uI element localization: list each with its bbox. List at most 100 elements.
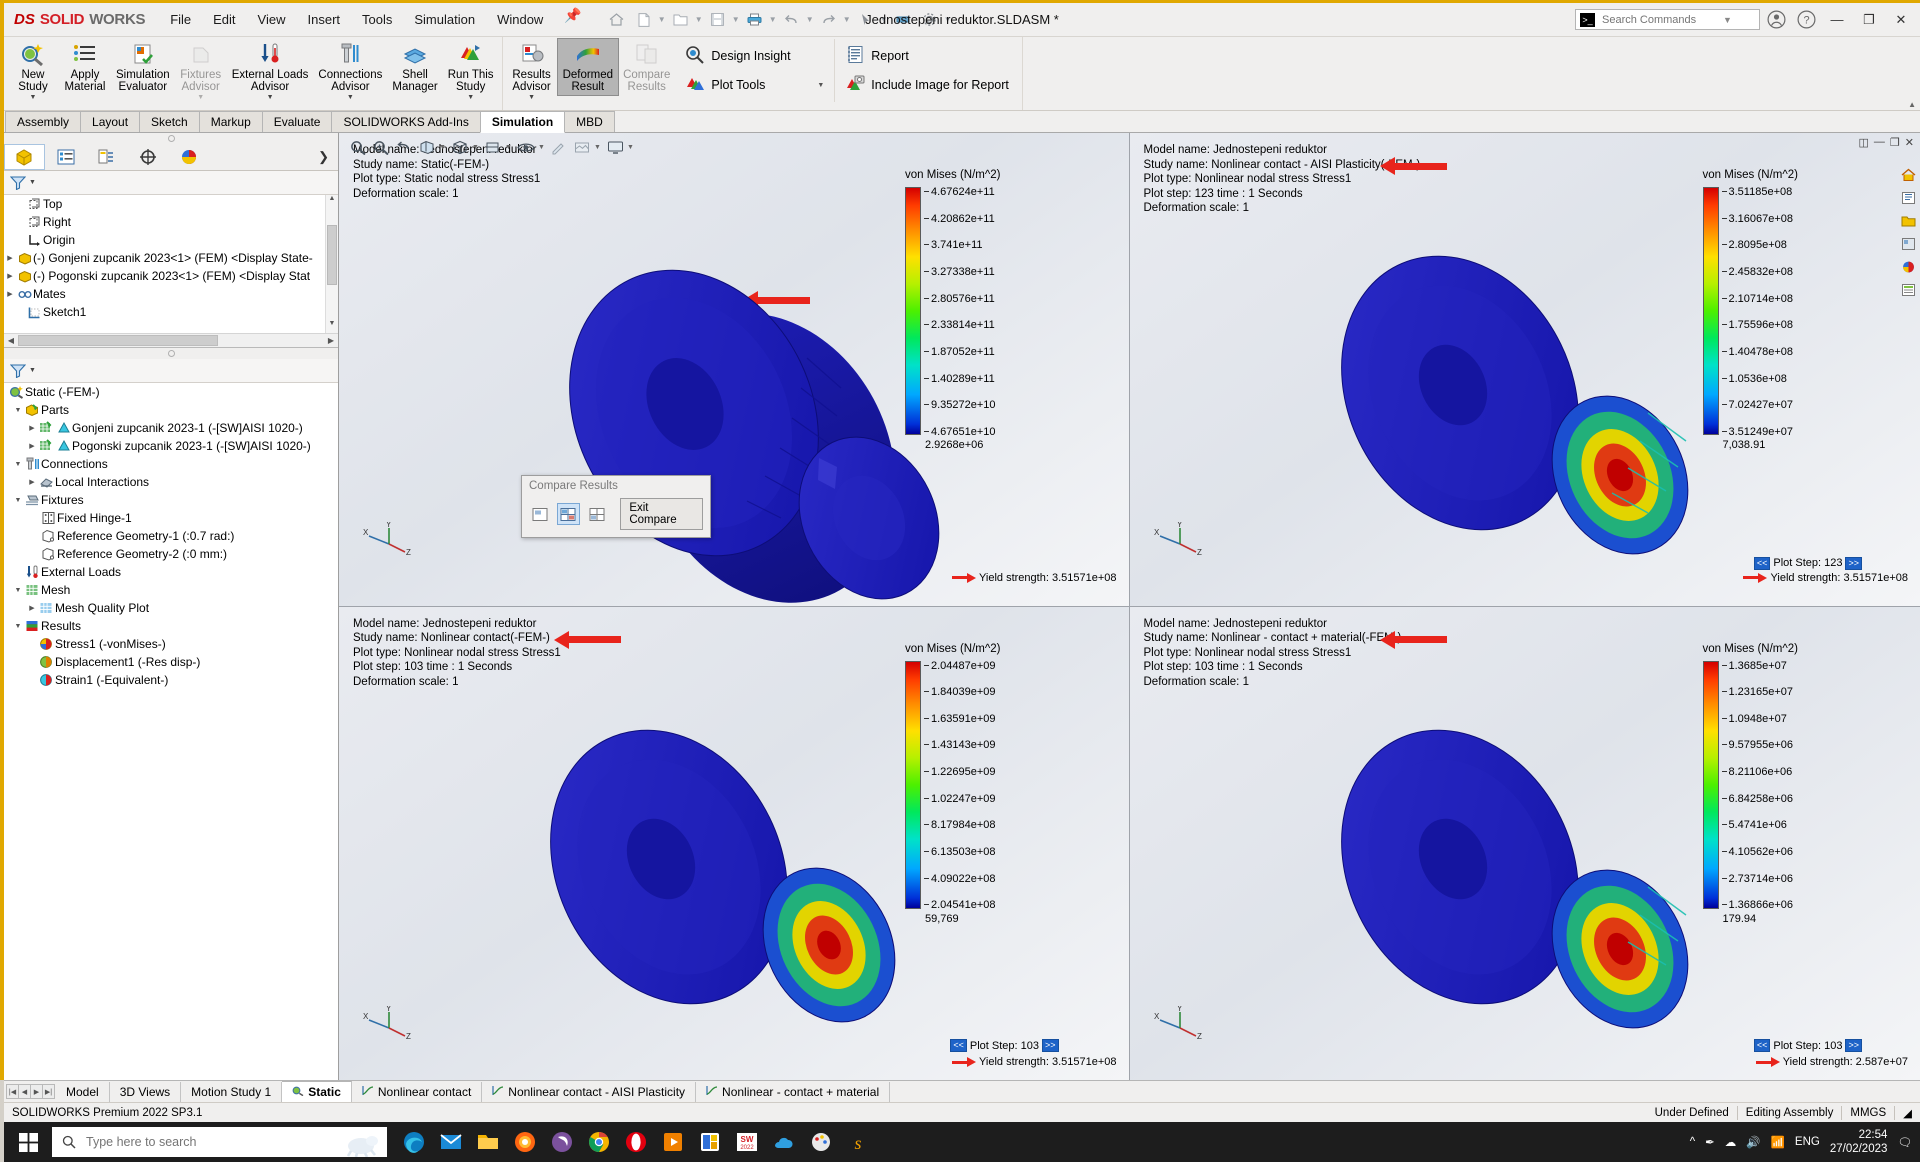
include-image-row[interactable]: Include Image for Report [841, 72, 1013, 98]
tree-item-top[interactable]: Top [4, 195, 338, 213]
zoom-to-fit-icon[interactable] [347, 136, 369, 158]
study-tree-filter-bar[interactable]: ▼ [4, 359, 338, 383]
media-player-icon[interactable] [656, 1124, 690, 1160]
scroll-thumb[interactable] [327, 225, 337, 285]
plot-step-prev-button[interactable]: << [950, 1039, 967, 1052]
tree-item-reference-geometry-2[interactable]: Reference Geometry-2 (:0 mm:) [4, 545, 338, 563]
appearances-task-icon[interactable] [1898, 257, 1918, 277]
search-dropdown-caret[interactable]: ▼ [1723, 15, 1732, 25]
doc-tab-nonlinear-contact-aisi-plasticity[interactable]: Nonlinear contact - AISI Plasticity [482, 1082, 696, 1102]
doc-tab-nonlinear-contact[interactable]: Nonlinear contact [352, 1082, 482, 1102]
tree-item-pogonski-mesh-part[interactable]: ▶ Pogonski zupcanik 2023-1 (-[SW]AISI 10… [4, 437, 338, 455]
new-study-dropdown-caret[interactable]: ▼ [30, 94, 37, 101]
menu-insert[interactable]: Insert [297, 7, 352, 32]
minimize-button[interactable]: — [1822, 7, 1852, 33]
shell-manager-button[interactable]: Shell Manager [387, 39, 442, 95]
language-indicator[interactable]: ENG [1795, 1136, 1820, 1148]
menu-file[interactable]: File [159, 7, 202, 32]
collapse-arrow-icon[interactable]: ▼ [12, 407, 24, 414]
previous-view-icon[interactable] [393, 136, 415, 158]
tab-evaluate[interactable]: Evaluate [262, 111, 333, 132]
pin-icon[interactable]: 📌 [564, 7, 581, 32]
new-dropdown-caret[interactable]: ▼ [658, 15, 667, 24]
gear-icon[interactable] [917, 8, 943, 32]
run-this-study-dropdown-caret[interactable]: ▼ [467, 94, 474, 101]
view-settings-caret[interactable]: ▼ [627, 144, 636, 151]
help-icon[interactable]: ? [1792, 8, 1820, 32]
results-advisor-dropdown-caret[interactable]: ▼ [528, 94, 535, 101]
restore-button[interactable]: ❐ [1854, 7, 1884, 33]
close-viewport-icon[interactable]: ✕ [1905, 136, 1914, 149]
doc-tab-motion-study-1[interactable]: Motion Study 1 [181, 1082, 282, 1102]
tab-markup[interactable]: Markup [199, 111, 263, 132]
custom-properties-icon[interactable] [1898, 280, 1918, 300]
select-dropdown-caret[interactable]: ▼ [880, 15, 889, 24]
select-icon[interactable] [853, 8, 879, 32]
feature-tree-filter-bar[interactable]: ▼ [4, 171, 338, 195]
viewport-4-plot-step-nav[interactable]: << Plot Step: 103 >> [1754, 1039, 1862, 1052]
onedrive-tray-icon[interactable]: ☁ [1725, 1135, 1737, 1149]
paint-icon[interactable] [804, 1124, 838, 1160]
redo-icon[interactable] [816, 8, 842, 32]
display-style-icon[interactable] [482, 136, 504, 158]
collapse-arrow-icon[interactable]: ▼ [12, 497, 24, 504]
feature-tree-list[interactable]: Top Right Origin ▶ (-) Gonjeni zupcanik … [4, 195, 338, 333]
compare-single-view-button[interactable] [529, 503, 551, 525]
deformed-result-button[interactable]: Deformed Result [558, 39, 619, 95]
viber-icon[interactable] [545, 1124, 579, 1160]
hide-show-items-icon[interactable] [515, 136, 537, 158]
feature-tree-vertical-scrollbar[interactable]: ▲ ▼ [325, 195, 338, 333]
tree-item-stress1[interactable]: Stress1 (-vonMises-) [4, 635, 338, 653]
collapse-arrow-icon[interactable]: ▼ [12, 623, 24, 630]
tree-item-local-interactions[interactable]: ▶ Local Interactions [4, 473, 338, 491]
plot-step-next-button[interactable]: >> [1845, 557, 1862, 570]
tree-item-sketch1[interactable]: Sketch1 [4, 303, 338, 321]
ribbon-collapse-caret[interactable]: ▲ [1908, 100, 1916, 109]
tree-item-right[interactable]: Right [4, 213, 338, 231]
scroll-thumb[interactable] [18, 335, 218, 346]
view-settings-icon[interactable] [604, 136, 626, 158]
menu-simulation[interactable]: Simulation [403, 7, 486, 32]
tree-item-strain1[interactable]: Strain1 (-Equivalent-) [4, 671, 338, 689]
connections-advisor-dropdown-caret[interactable]: ▼ [347, 94, 354, 101]
design-insight-row[interactable]: Design Insight [681, 43, 828, 69]
feature-tree-horizontal-scrollbar[interactable]: ◀ ▶ [4, 333, 338, 347]
expand-arrow-icon[interactable]: ▶ [4, 254, 16, 262]
solidworks-2022-icon[interactable]: SW2022 [730, 1124, 764, 1160]
filter-dropdown-caret[interactable]: ▼ [29, 179, 36, 186]
tab-layout[interactable]: Layout [80, 111, 140, 132]
notifications-icon[interactable]: 🗨 [1897, 1135, 1912, 1149]
tab-sketch[interactable]: Sketch [139, 111, 200, 132]
plot-step-next-button[interactable]: >> [1845, 1039, 1862, 1052]
tree-item-displacement1[interactable]: Displacement1 (-Res disp-) [4, 653, 338, 671]
tree-item-pogonski-part[interactable]: ▶ (-) Pogonski zupcanik 2023<1> (FEM) <D… [4, 267, 338, 285]
doc-tab-model[interactable]: Model [56, 1082, 110, 1102]
taskbar-search-input[interactable] [84, 1134, 274, 1150]
viewport-3-plot-step-nav[interactable]: << Plot Step: 103 >> [950, 1039, 1058, 1052]
edge-icon[interactable] [397, 1124, 431, 1160]
tree-item-results[interactable]: ▼ Results [4, 617, 338, 635]
view-orientation-caret[interactable]: ▼ [472, 144, 481, 151]
restore-viewport-icon[interactable]: ❐ [1890, 136, 1900, 149]
home-icon[interactable] [604, 8, 630, 32]
plot-step-next-button[interactable]: >> [1042, 1039, 1059, 1052]
plot-tools-row[interactable]: Plot Tools ▼ [681, 72, 828, 98]
viewport-nonlinear-aisi-plasticity[interactable]: Model name: Jednostepeni reduktor Study … [1130, 133, 1920, 607]
collapse-arrow-icon[interactable]: ▼ [12, 461, 24, 468]
taskbar-search-box[interactable] [52, 1127, 387, 1157]
plot-step-prev-button[interactable]: << [1754, 1039, 1771, 1052]
tree-item-gonjeni-mesh-part[interactable]: ▶ Gonjeni zupcanik 2023-1 (-[SW]AISI 102… [4, 419, 338, 437]
tree-item-gonjeni-part[interactable]: ▶ (-) Gonjeni zupcanik 2023<1> (FEM) <Di… [4, 249, 338, 267]
minimize-viewport-icon[interactable]: — [1874, 136, 1885, 149]
display-style-caret[interactable]: ▼ [505, 144, 514, 151]
study-tree-grip[interactable] [4, 348, 338, 359]
filter-dropdown-caret[interactable]: ▼ [29, 367, 36, 374]
apply-material-button[interactable]: Apply Material [59, 39, 111, 95]
tray-expand-icon[interactable]: ^ [1690, 1136, 1695, 1148]
tab-display-manager[interactable] [168, 144, 209, 170]
doc-tab-static[interactable]: Static [282, 1081, 352, 1102]
s-app-icon[interactable]: s [841, 1124, 875, 1160]
last-tab-button[interactable]: ▶| [42, 1084, 55, 1099]
open-dropdown-caret[interactable]: ▼ [695, 15, 704, 24]
expand-arrow-icon[interactable]: ▶ [26, 442, 38, 450]
